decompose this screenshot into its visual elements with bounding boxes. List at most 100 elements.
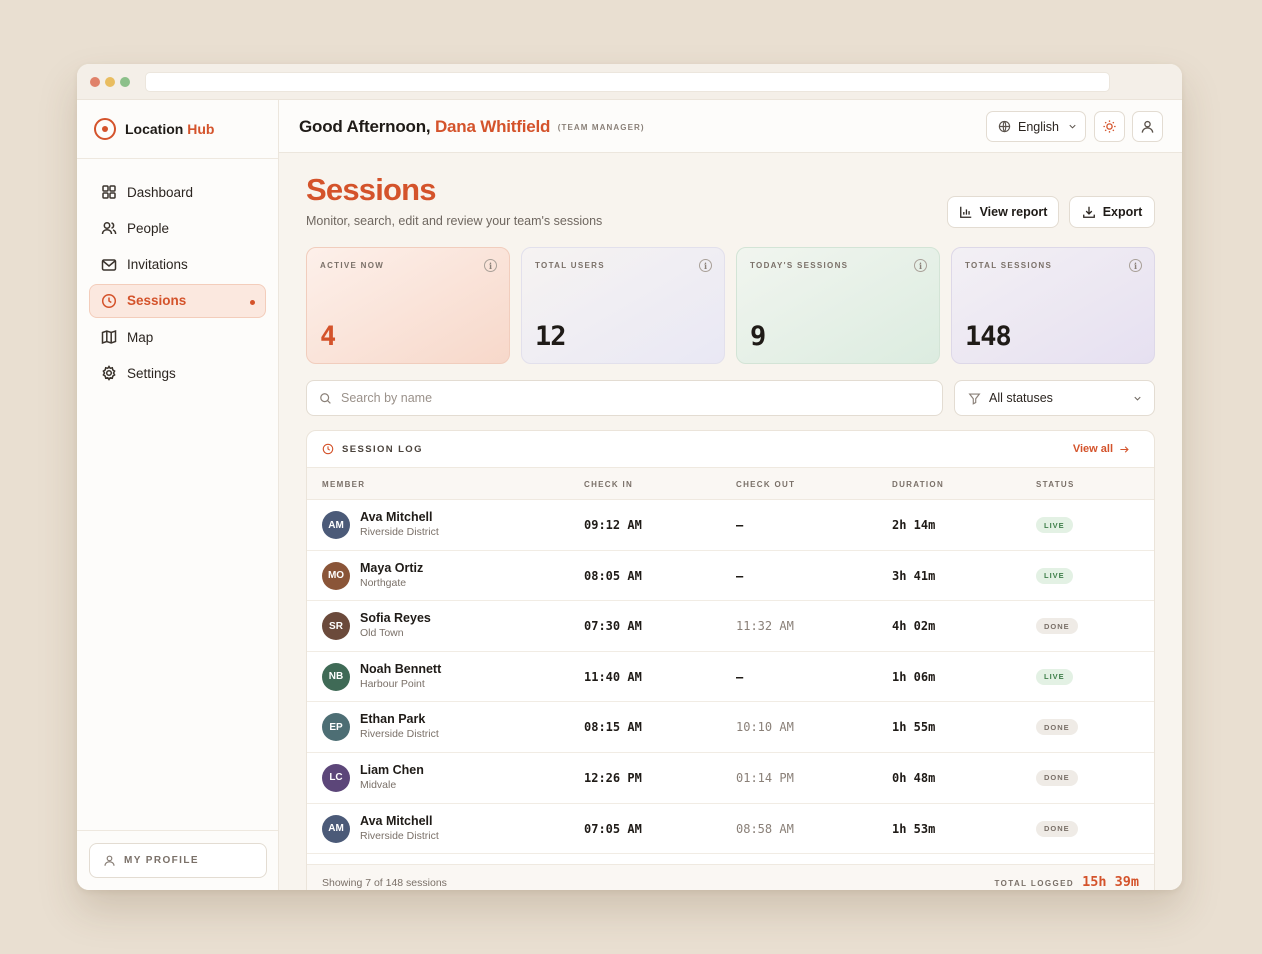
column-header-member[interactable]: MEMBER [322, 480, 365, 489]
table-row[interactable]: AM Ava Mitchell Riverside District 07:05 AM… [307, 804, 1154, 855]
stat-value: 9 [750, 321, 766, 352]
table-row[interactable]: NB Noah Bennett Harbour Point 11:40 AM — 1h 0… [307, 652, 1154, 703]
avatar: NB [322, 662, 350, 691]
user-role: (TEAM MANAGER) [557, 123, 645, 132]
avatar: AM [322, 814, 350, 843]
clock-icon [322, 443, 334, 455]
language-select[interactable]: English [986, 111, 1086, 142]
table-footer: Showing 7 of 148 sessions TOTAL LOGGED 1… [307, 864, 1154, 890]
duration: 0h 48m [892, 770, 936, 785]
sidebar-item-invitations[interactable]: Invitations [89, 248, 266, 282]
location-pin-icon [94, 118, 116, 140]
sidebar-nav: Dashboard People Invitations Sessions Ma… [77, 159, 278, 409]
sidebar-item-sessions[interactable]: Sessions [89, 283, 266, 318]
member-location: Midvale [360, 778, 397, 791]
duration: 2h 14m [892, 518, 936, 532]
check-in-time: 08:05 AM [584, 568, 642, 583]
member-name: Sofia Reyes [360, 611, 431, 626]
sidebar-item-dashboard[interactable]: Dashboard [89, 175, 266, 209]
search-icon [320, 392, 331, 404]
check-out-time: 08:58 AM [736, 821, 794, 836]
table-row[interactable]: LC Liam Chen Midvale 12:26 PM 01:14 PM 0h 48m… [307, 753, 1154, 804]
stat-label: TOTAL SESSIONS [965, 261, 1053, 270]
member-name: Maya Ortiz [360, 560, 424, 575]
table-header: MEMBER CHECK IN CHECK OUT DURATION STATU… [307, 468, 1154, 500]
theme-toggle-button[interactable] [1094, 111, 1125, 142]
page-subtitle: Monitor, search, edit and review your te… [306, 214, 603, 228]
my-profile-label: MY PROFILE [124, 855, 199, 866]
info-icon[interactable]: i [914, 259, 927, 272]
globe-icon [998, 120, 1011, 133]
info-icon[interactable]: i [1129, 259, 1142, 272]
stat-label: TOTAL USERS [535, 261, 605, 270]
gear-icon [102, 365, 116, 382]
clock-icon [101, 293, 117, 308]
info-icon[interactable]: i [699, 259, 712, 272]
stat-value: 12 [535, 321, 567, 352]
info-icon[interactable]: i [484, 259, 497, 272]
check-in-time: 07:05 AM [584, 821, 642, 836]
table-row[interactable]: SR Sofia Reyes Old Town 07:30 AM 11:32 AM 4h … [307, 601, 1154, 652]
my-profile-button[interactable]: MY PROFILE [89, 843, 267, 878]
duration: 1h 06m [892, 669, 936, 684]
close-window-dot[interactable] [90, 77, 100, 87]
column-header-check-out[interactable]: CHECK OUT [736, 480, 795, 489]
maximize-window-dot[interactable] [120, 77, 130, 87]
stat-card-total-users: TOTAL USERS i 12 [521, 247, 725, 364]
export-label: Export [1102, 205, 1143, 219]
chevron-down-icon [1069, 124, 1076, 129]
sidebar-item-label: People [127, 220, 170, 236]
check-out-time: — [736, 568, 744, 583]
export-button[interactable]: Export [1069, 196, 1155, 228]
table-row[interactable]: MO Maya Ortiz Northgate 08:05 AM — 3h 41m LIVE [307, 551, 1154, 602]
column-header-duration[interactable]: DURATION [892, 480, 944, 489]
table-row[interactable]: EP Ethan Park Riverside District 08:15 AM 10… [307, 702, 1154, 753]
column-header-status[interactable]: STATUS [1036, 480, 1075, 489]
sidebar-item-people[interactable]: People [89, 211, 266, 245]
stat-value: 148 [965, 321, 1012, 352]
status-badge: DONE [1036, 719, 1078, 736]
status-badge: LIVE [1036, 567, 1073, 584]
stat-card-todays-sessions: TODAY'S SESSIONS i 9 [736, 247, 940, 364]
address-bar[interactable] [145, 72, 1110, 92]
filter-icon [968, 392, 981, 405]
check-in-time: 09:12 AM [584, 518, 642, 532]
total-logged-value: 15h 39m [1082, 874, 1139, 890]
check-out-time: 11:32 AM [736, 619, 794, 634]
brand-name: Location Hub [125, 121, 215, 137]
sidebar-item-label: Map [127, 329, 154, 345]
profile-area: MY PROFILE [77, 830, 278, 890]
sidebar-item-map[interactable]: Map [89, 320, 266, 354]
table-body: AM Ava Mitchell Riverside District 09:12 AM… [307, 500, 1154, 855]
column-header-check-in[interactable]: CHECK IN [584, 480, 633, 489]
mail-icon [101, 258, 117, 271]
view-all-link[interactable]: View all [1073, 443, 1138, 455]
account-button[interactable] [1132, 111, 1163, 142]
check-in-time: 11:40 AM [584, 669, 642, 684]
member-location: Riverside District [360, 829, 439, 842]
session-log-title: SESSION LOG [342, 443, 423, 455]
table-row[interactable]: AM Ava Mitchell Riverside District 09:12 AM… [307, 500, 1154, 551]
avatar: MO [322, 561, 350, 590]
session-log-header: SESSION LOG View all [307, 431, 1154, 468]
session-log-panel: SESSION LOG View all MEMBER CHECK IN CHE… [306, 430, 1155, 890]
member-location: Harbour Point [360, 677, 425, 690]
status-badge: LIVE [1036, 668, 1073, 685]
search-input[interactable]: Search by name [306, 380, 943, 416]
avatar: EP [322, 713, 350, 742]
member-location: Riverside District [360, 526, 439, 538]
brand[interactable]: Location Hub [77, 100, 278, 159]
member-name: Ethan Park [360, 712, 426, 727]
stat-label: TODAY'S SESSIONS [750, 261, 849, 270]
sidebar-item-settings[interactable]: Settings [89, 356, 266, 390]
bar-chart-icon [959, 206, 971, 218]
stat-card-active-now: ACTIVE NOW i 4 [306, 247, 510, 364]
status-badge: DONE [1036, 618, 1078, 635]
check-out-time: 10:10 AM [736, 720, 794, 735]
view-report-label: View report [979, 205, 1048, 219]
minimize-window-dot[interactable] [105, 77, 115, 87]
stat-value: 4 [320, 321, 336, 352]
member-name: Liam Chen [360, 762, 424, 777]
status-filter-select[interactable]: All statuses [954, 380, 1155, 416]
view-report-button[interactable]: View report [947, 196, 1059, 228]
